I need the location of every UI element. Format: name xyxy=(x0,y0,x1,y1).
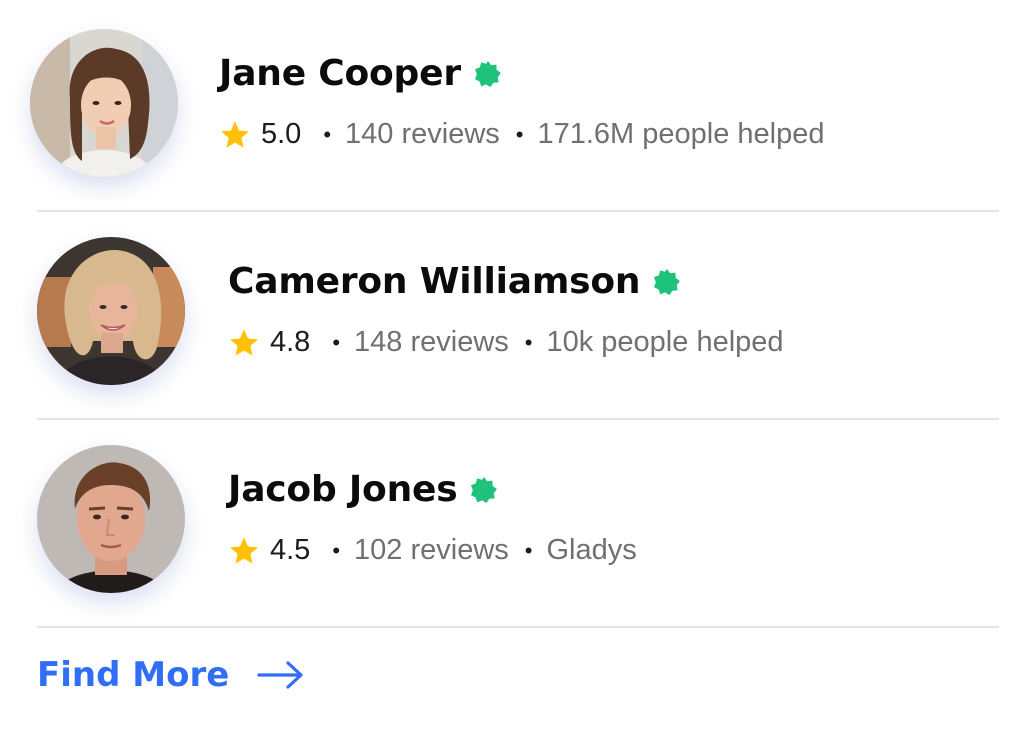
review-count: 102 reviews xyxy=(354,534,509,566)
list-item-jacob-jones[interactable]: Jacob Jones 4.5 • 102 reviews • Gladys xyxy=(0,418,1035,618)
people-helped: 10k people helped xyxy=(546,326,784,358)
rating-value: 4.8 xyxy=(270,326,311,358)
arrow-right-icon[interactable] xyxy=(257,660,305,690)
person-name[interactable]: Jacob Jones xyxy=(228,469,458,510)
verified-badge-icon xyxy=(474,60,501,87)
verified-badge-icon xyxy=(471,476,498,503)
separator-dot: • xyxy=(332,537,341,563)
separator-dot: • xyxy=(323,121,332,147)
star-icon xyxy=(221,120,249,148)
separator-dot: • xyxy=(524,537,533,563)
list-item-cameron-williamson[interactable]: Cameron Williamson 4.8 • 148 reviews • 1… xyxy=(0,210,1035,410)
avatar xyxy=(37,445,185,593)
portrait-image xyxy=(37,237,185,385)
review-count: 140 reviews xyxy=(345,118,500,150)
portrait-image xyxy=(30,29,178,177)
rating-value: 4.5 xyxy=(270,534,311,566)
separator-dot: • xyxy=(332,329,341,355)
people-helped: 171.6M people helped xyxy=(537,118,825,150)
star-icon xyxy=(230,536,258,564)
person-name[interactable]: Jane Cooper xyxy=(219,53,461,94)
review-count: 148 reviews xyxy=(354,326,509,358)
divider xyxy=(37,626,999,628)
find-more-label[interactable]: Find More xyxy=(37,655,229,695)
list-item-jane-cooper[interactable]: Jane Cooper 5.0 • 140 reviews • 171.6M p… xyxy=(0,0,1035,200)
separator-dot: • xyxy=(524,329,533,355)
helper-name: Gladys xyxy=(546,534,637,566)
verified-badge-icon xyxy=(654,268,681,295)
portrait-image xyxy=(37,445,185,593)
avatar xyxy=(37,237,185,385)
person-name[interactable]: Cameron Williamson xyxy=(228,261,641,302)
separator-dot: • xyxy=(515,121,524,147)
avatar xyxy=(30,29,178,177)
find-more-link[interactable]: Find More xyxy=(37,655,305,695)
rating-value: 5.0 xyxy=(261,118,302,150)
star-icon xyxy=(230,328,258,356)
